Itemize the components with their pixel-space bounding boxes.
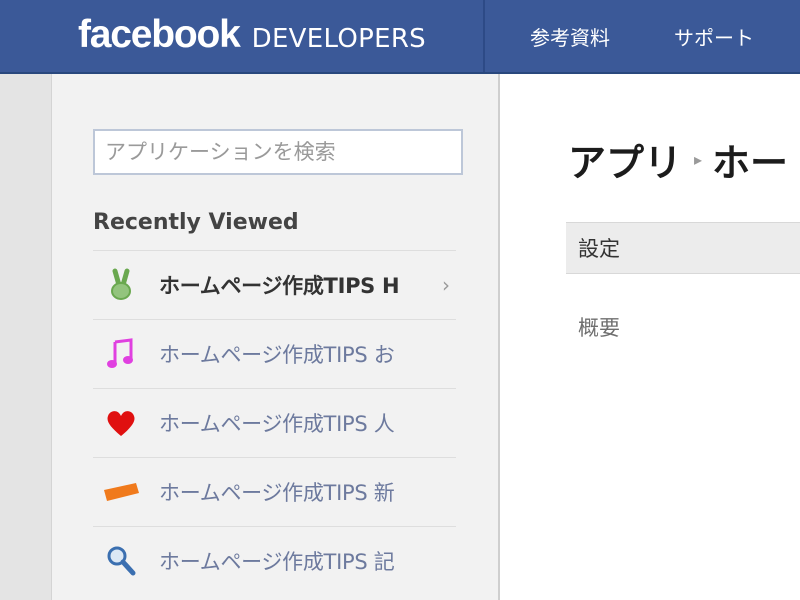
main-content: アプリ ▸ ホー 設定 概要 <box>500 74 800 600</box>
breadcrumb: アプリ ▸ ホー <box>568 132 788 187</box>
breadcrumb-separator-icon: ▸ <box>694 150 703 169</box>
recent-apps-list: ホームページ作成TIPS H › ホームページ作成TIPS お ホームページ作成… <box>93 250 456 595</box>
breadcrumb-apps[interactable]: アプリ <box>568 132 682 187</box>
logo-suffix: DEVELOPERS <box>251 24 426 54</box>
heart-icon <box>101 405 141 441</box>
header-divider <box>483 0 485 72</box>
recent-app-item-2[interactable]: ホームページ作成TIPS お <box>93 319 456 388</box>
sidebar: Recently Viewed ホームページ作成TIPS H › ホームページ作… <box>52 74 500 600</box>
music-note-icon <box>101 336 141 372</box>
breadcrumb-current: ホー <box>712 141 789 185</box>
recent-app-name: ホームページ作成TIPS 新 <box>159 481 395 505</box>
chevron-right-icon: › <box>442 273 450 297</box>
recent-app-name: ホームページ作成TIPS 人 <box>159 412 395 436</box>
summary-link[interactable]: 概要 <box>578 312 620 342</box>
magnifier-icon <box>101 543 141 579</box>
facebook-developers-logo[interactable]: facebook DEVELOPERS <box>78 13 426 61</box>
recently-viewed-heading: Recently Viewed <box>93 210 299 235</box>
ticket-icon <box>101 474 141 510</box>
settings-section-header[interactable]: 設定 <box>566 222 800 274</box>
recent-app-item-1[interactable]: ホームページ作成TIPS H › <box>93 250 456 319</box>
app-search-input[interactable] <box>93 129 463 175</box>
recent-app-name: ホームページ作成TIPS お <box>159 343 395 367</box>
top-navigation-bar: facebook DEVELOPERS 参考資料 サポート <box>0 0 800 74</box>
recent-app-item-5[interactable]: ホームページ作成TIPS 記 <box>93 526 456 595</box>
nav-link-reference[interactable]: 参考資料 <box>530 0 610 72</box>
nav-link-support[interactable]: サポート <box>674 0 754 72</box>
recent-app-item-3[interactable]: ホームページ作成TIPS 人 <box>93 388 456 457</box>
recent-app-name: ホームページ作成TIPS H <box>159 274 400 298</box>
sidebar-gutter <box>0 74 52 600</box>
recent-app-item-4[interactable]: ホームページ作成TIPS 新 <box>93 457 456 526</box>
recent-app-name: ホームページ作成TIPS 記 <box>159 550 395 574</box>
logo-wordmark: facebook <box>78 13 241 56</box>
peace-hand-icon <box>101 267 141 303</box>
